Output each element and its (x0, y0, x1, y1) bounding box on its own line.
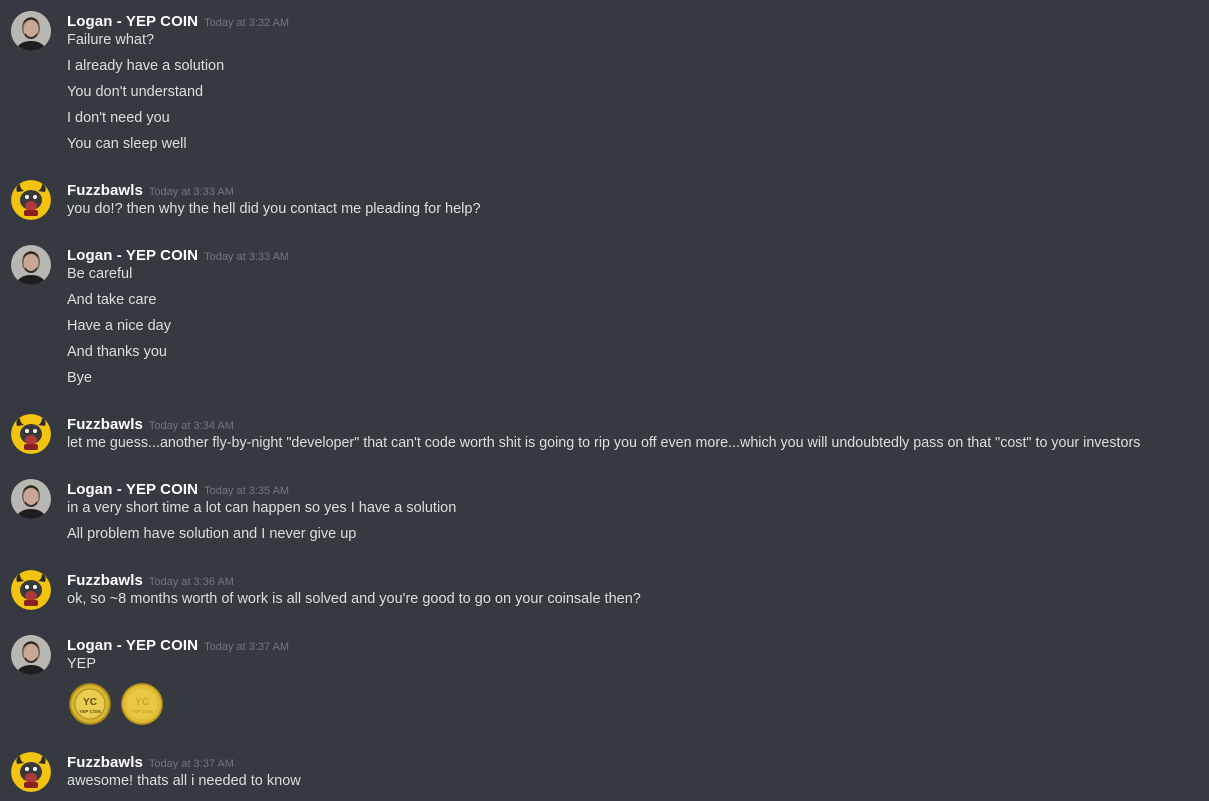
yepcoin-emoji-icon[interactable]: YC YEP COIN (121, 683, 163, 725)
yepcoin-emoji-icon[interactable]: YC YEP COIN (69, 683, 111, 725)
message-header: Logan - YEP COIN Today at 3:37 AM (67, 635, 289, 657)
timestamp: Today at 3:37 AM (204, 641, 290, 653)
message-text: I already have a solution (67, 58, 225, 74)
timestamp: Today at 3:35 AM (204, 485, 290, 497)
avatar-fuzzbawls[interactable] (11, 414, 51, 454)
coin-text-bottom: YEP COIN (131, 709, 152, 714)
message-text: in a very short time a lot can happen so… (67, 500, 457, 516)
message-text: Have a nice day (67, 318, 171, 334)
timestamp: Today at 3:33 AM (204, 251, 290, 263)
message-text: YEP (67, 656, 97, 672)
message-text: ok, so ~8 months worth of work is all so… (67, 591, 641, 607)
message-text: All problem have solution and I never gi… (67, 526, 357, 542)
username[interactable]: Logan - YEP COIN (67, 481, 198, 498)
message-text: You don't understand (67, 84, 204, 100)
avatar-fuzzbawls[interactable] (11, 570, 51, 610)
chat-messages-pane: Logan - YEP COIN Today at 3:32 AM Failure… (0, 0, 1209, 801)
avatar-fuzzbawls[interactable] (11, 752, 51, 792)
timestamp: Today at 3:32 AM (204, 17, 290, 29)
username[interactable]: Logan - YEP COIN (67, 13, 198, 30)
emoji-row: YC YEP COIN YC YEP COIN (69, 683, 163, 725)
username[interactable]: Logan - YEP COIN (67, 247, 198, 264)
timestamp: Today at 3:33 AM (148, 186, 234, 198)
coin-text-top: YC (83, 697, 97, 708)
avatar-logan[interactable] (11, 635, 51, 675)
avatar-logan[interactable] (11, 479, 51, 519)
message-text: You can sleep well (67, 136, 187, 152)
username[interactable]: Fuzzbawls (67, 572, 143, 589)
message-text: awesome! thats all i needed to know (67, 773, 301, 789)
timestamp: Today at 3:34 AM (148, 420, 234, 432)
message-text: let me guess...another fly-by-night "dev… (67, 435, 1141, 451)
message-text: you do!? then why the hell did you conta… (67, 201, 481, 217)
message-text: Failure what? (67, 32, 155, 48)
username[interactable]: Fuzzbawls (67, 754, 143, 771)
username[interactable]: Fuzzbawls (67, 416, 143, 433)
avatar-logan[interactable] (11, 11, 51, 51)
avatar-logan[interactable] (11, 245, 51, 285)
username[interactable]: Fuzzbawls (67, 182, 143, 199)
avatar-fuzzbawls[interactable] (11, 180, 51, 220)
timestamp: Today at 3:37 AM (148, 758, 234, 770)
username[interactable]: Logan - YEP COIN (67, 637, 198, 654)
message-text: I don't need you (67, 110, 170, 126)
timestamp: Today at 3:36 AM (148, 576, 234, 588)
message-text: And thanks you (67, 344, 167, 360)
coin-text-bottom: YEP COIN (79, 709, 100, 714)
message-text: And take care (67, 292, 157, 308)
coin-text-top: YC (135, 697, 149, 708)
message-text: Bye (67, 370, 92, 386)
message-text: Be careful (67, 266, 133, 282)
